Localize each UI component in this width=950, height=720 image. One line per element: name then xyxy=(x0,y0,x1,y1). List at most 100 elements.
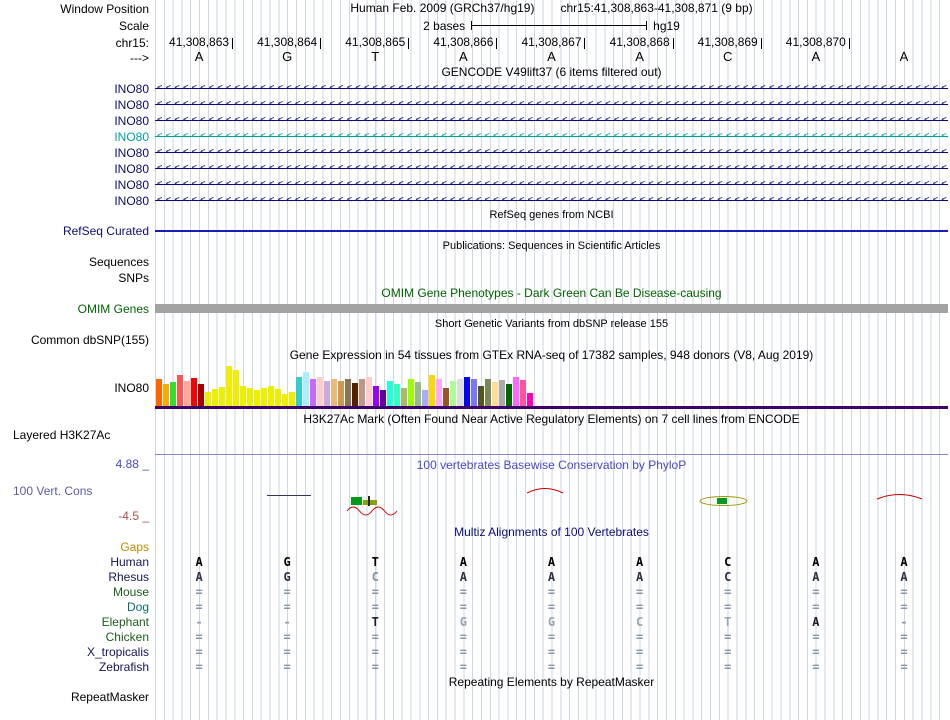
ruler-position-label[interactable]: 41,308,864 xyxy=(243,36,331,49)
track-label-refseq-curated[interactable]: RefSeq Curated xyxy=(0,224,149,238)
track-label-multiz-elephant[interactable]: Elephant xyxy=(0,615,149,630)
track-label-gencode-ino80[interactable]: INO80 xyxy=(0,146,149,160)
reference-base: A xyxy=(194,49,204,64)
gencode-transcript[interactable]: <<<<<<<<<<<<<<<<<<<<<<<<<<<<<<<<<<<<<<<<… xyxy=(155,193,948,209)
track-label-sequences[interactable]: Sequences xyxy=(0,255,149,269)
gtex-tissue-bar[interactable] xyxy=(198,384,204,406)
gtex-tissue-bar[interactable] xyxy=(401,388,407,406)
track-label-gencode-ino80[interactable]: INO80 xyxy=(0,98,149,112)
track-label-multiz-chicken[interactable]: Chicken xyxy=(0,630,149,645)
track-label-gencode-ino80[interactable]: INO80 xyxy=(0,114,149,128)
track-label-multiz-zebrafish[interactable]: Zebrafish xyxy=(0,660,149,675)
gtex-tissue-bar[interactable] xyxy=(324,381,330,406)
gtex-tissue-bar[interactable] xyxy=(345,379,351,406)
gtex-tissue-bar[interactable] xyxy=(352,383,358,406)
track-label-gencode-ino80[interactable]: INO80 xyxy=(0,194,149,208)
gtex-tissue-bar[interactable] xyxy=(471,379,477,406)
gtex-tissue-bar[interactable] xyxy=(408,379,414,406)
ruler-position-label[interactable]: 41,308,863 xyxy=(155,36,243,49)
gencode-transcript[interactable]: <<<<<<<<<<<<<<<<<<<<<<<<<<<<<<<<<<<<<<<<… xyxy=(155,161,948,177)
gtex-tissue-bar[interactable] xyxy=(436,379,442,406)
gtex-tissue-bar[interactable] xyxy=(527,393,533,406)
gtex-tissue-bar[interactable] xyxy=(156,379,162,406)
gtex-tissue-bar[interactable] xyxy=(191,378,197,406)
gtex-tissue-bar[interactable] xyxy=(520,380,526,406)
gtex-tissue-bar[interactable] xyxy=(380,390,386,406)
track-label-omim-genes[interactable]: OMIM Genes xyxy=(0,302,149,316)
track-label-100-vert-cons[interactable]: 100 Vert. Cons xyxy=(13,484,92,498)
gtex-tissue-bar[interactable] xyxy=(387,381,393,406)
gtex-tissue-bar[interactable] xyxy=(303,372,309,406)
track-label-multiz-human[interactable]: Human xyxy=(0,555,149,570)
ruler-position-label[interactable]: 41,308,866 xyxy=(419,36,507,49)
gtex-tissue-bar[interactable] xyxy=(317,377,323,406)
ruler-position-label[interactable]: 41,308,867 xyxy=(507,36,595,49)
ruler-position-label[interactable]: 41,308,870 xyxy=(772,36,860,49)
gtex-tissue-bar[interactable] xyxy=(513,377,519,406)
gtex-tissue-bar[interactable] xyxy=(163,384,169,406)
gtex-tissue-bar[interactable] xyxy=(268,386,274,406)
gtex-tissue-bar[interactable] xyxy=(478,386,484,406)
track-label-gencode-ino80[interactable]: INO80 xyxy=(0,82,149,96)
gencode-transcript[interactable]: <<<<<<<<<<<<<<<<<<<<<<<<<<<<<<<<<<<<<<<<… xyxy=(155,177,948,193)
gtex-tissue-bar[interactable] xyxy=(338,381,344,406)
gtex-tissue-bar[interactable] xyxy=(429,375,435,406)
gtex-tissue-bar[interactable] xyxy=(254,390,260,406)
gtex-tissue-bar[interactable] xyxy=(422,390,428,406)
gtex-tissue-bar[interactable] xyxy=(261,388,267,406)
ruler-position-label[interactable]: 41,308,868 xyxy=(596,36,684,49)
track-label-multiz-x_tropicalis[interactable]: X_tropicalis xyxy=(0,645,149,660)
gencode-transcript[interactable]: <<<<<<<<<<<<<<<<<<<<<<<<<<<<<<<<<<<<<<<<… xyxy=(155,129,948,145)
track-label-gencode-ino80[interactable]: INO80 xyxy=(0,162,149,176)
gtex-tissue-bar[interactable] xyxy=(177,375,183,406)
gtex-expression-chart[interactable] xyxy=(155,364,948,406)
gtex-tissue-bar[interactable] xyxy=(450,381,456,406)
gtex-tissue-bar[interactable] xyxy=(331,379,337,406)
gtex-tissue-bar[interactable] xyxy=(457,379,463,406)
gencode-transcript[interactable]: <<<<<<<<<<<<<<<<<<<<<<<<<<<<<<<<<<<<<<<<… xyxy=(155,145,948,161)
track-label-multiz-gaps[interactable]: Gaps xyxy=(0,540,149,555)
gencode-transcript[interactable]: <<<<<<<<<<<<<<<<<<<<<<<<<<<<<<<<<<<<<<<<… xyxy=(155,81,948,97)
gtex-tissue-bar[interactable] xyxy=(170,382,176,406)
gtex-tissue-bar[interactable] xyxy=(240,386,246,406)
gencode-transcript[interactable]: <<<<<<<<<<<<<<<<<<<<<<<<<<<<<<<<<<<<<<<<… xyxy=(155,97,948,113)
gtex-tissue-bar[interactable] xyxy=(485,379,491,406)
track-label-multiz-rhesus[interactable]: Rhesus xyxy=(0,570,149,585)
gtex-tissue-bar[interactable] xyxy=(443,388,449,406)
gtex-tissue-bar[interactable] xyxy=(464,377,470,406)
gtex-tissue-bar[interactable] xyxy=(212,389,218,406)
refseq-curated-gene-item[interactable] xyxy=(155,230,948,232)
gtex-tissue-bar[interactable] xyxy=(205,392,211,406)
gtex-tissue-bar[interactable] xyxy=(226,366,232,406)
gtex-tissue-bar[interactable] xyxy=(296,377,302,406)
gtex-tissue-bar[interactable] xyxy=(415,382,421,406)
gtex-tissue-bar[interactable] xyxy=(492,382,498,406)
gtex-tissue-bar[interactable] xyxy=(366,377,372,406)
track-label-repeatmasker[interactable]: RepeatMasker xyxy=(0,690,149,704)
gencode-transcript[interactable]: <<<<<<<<<<<<<<<<<<<<<<<<<<<<<<<<<<<<<<<<… xyxy=(155,113,948,129)
gtex-tissue-bar[interactable] xyxy=(373,386,379,406)
track-label-gencode-ino80[interactable]: INO80 xyxy=(0,130,149,144)
gtex-tissue-bar[interactable] xyxy=(233,370,239,406)
gtex-tissue-bar[interactable] xyxy=(282,394,288,406)
omim-gene-item[interactable] xyxy=(155,304,948,313)
gtex-tissue-bar[interactable] xyxy=(394,384,400,406)
gtex-tissue-bar[interactable] xyxy=(247,388,253,406)
ruler-position-label[interactable]: 41,308,865 xyxy=(331,36,419,49)
gtex-tissue-bar[interactable] xyxy=(506,384,512,406)
track-label-common-dbsnp[interactable]: Common dbSNP(155) xyxy=(0,333,149,347)
track-label-layered-h3k27ac[interactable]: Layered H3K27Ac xyxy=(13,428,110,442)
ruler-position-label[interactable]: 41,308,869 xyxy=(684,36,772,49)
gtex-tissue-bar[interactable] xyxy=(499,380,505,406)
gtex-tissue-bar[interactable] xyxy=(275,389,281,406)
track-label-multiz-mouse[interactable]: Mouse xyxy=(0,585,149,600)
gtex-tissue-bar[interactable] xyxy=(310,379,316,406)
track-label-gencode-ino80[interactable]: INO80 xyxy=(0,178,149,192)
track-label-snps[interactable]: SNPs xyxy=(0,271,149,285)
gtex-tissue-bar[interactable] xyxy=(219,387,225,406)
gtex-tissue-bar[interactable] xyxy=(359,379,365,406)
track-label-multiz-dog[interactable]: Dog xyxy=(0,600,149,615)
gtex-tissue-bar[interactable] xyxy=(289,392,295,406)
track-label-gtex-gene[interactable]: INO80 xyxy=(0,381,149,395)
gtex-tissue-bar[interactable] xyxy=(184,381,190,406)
